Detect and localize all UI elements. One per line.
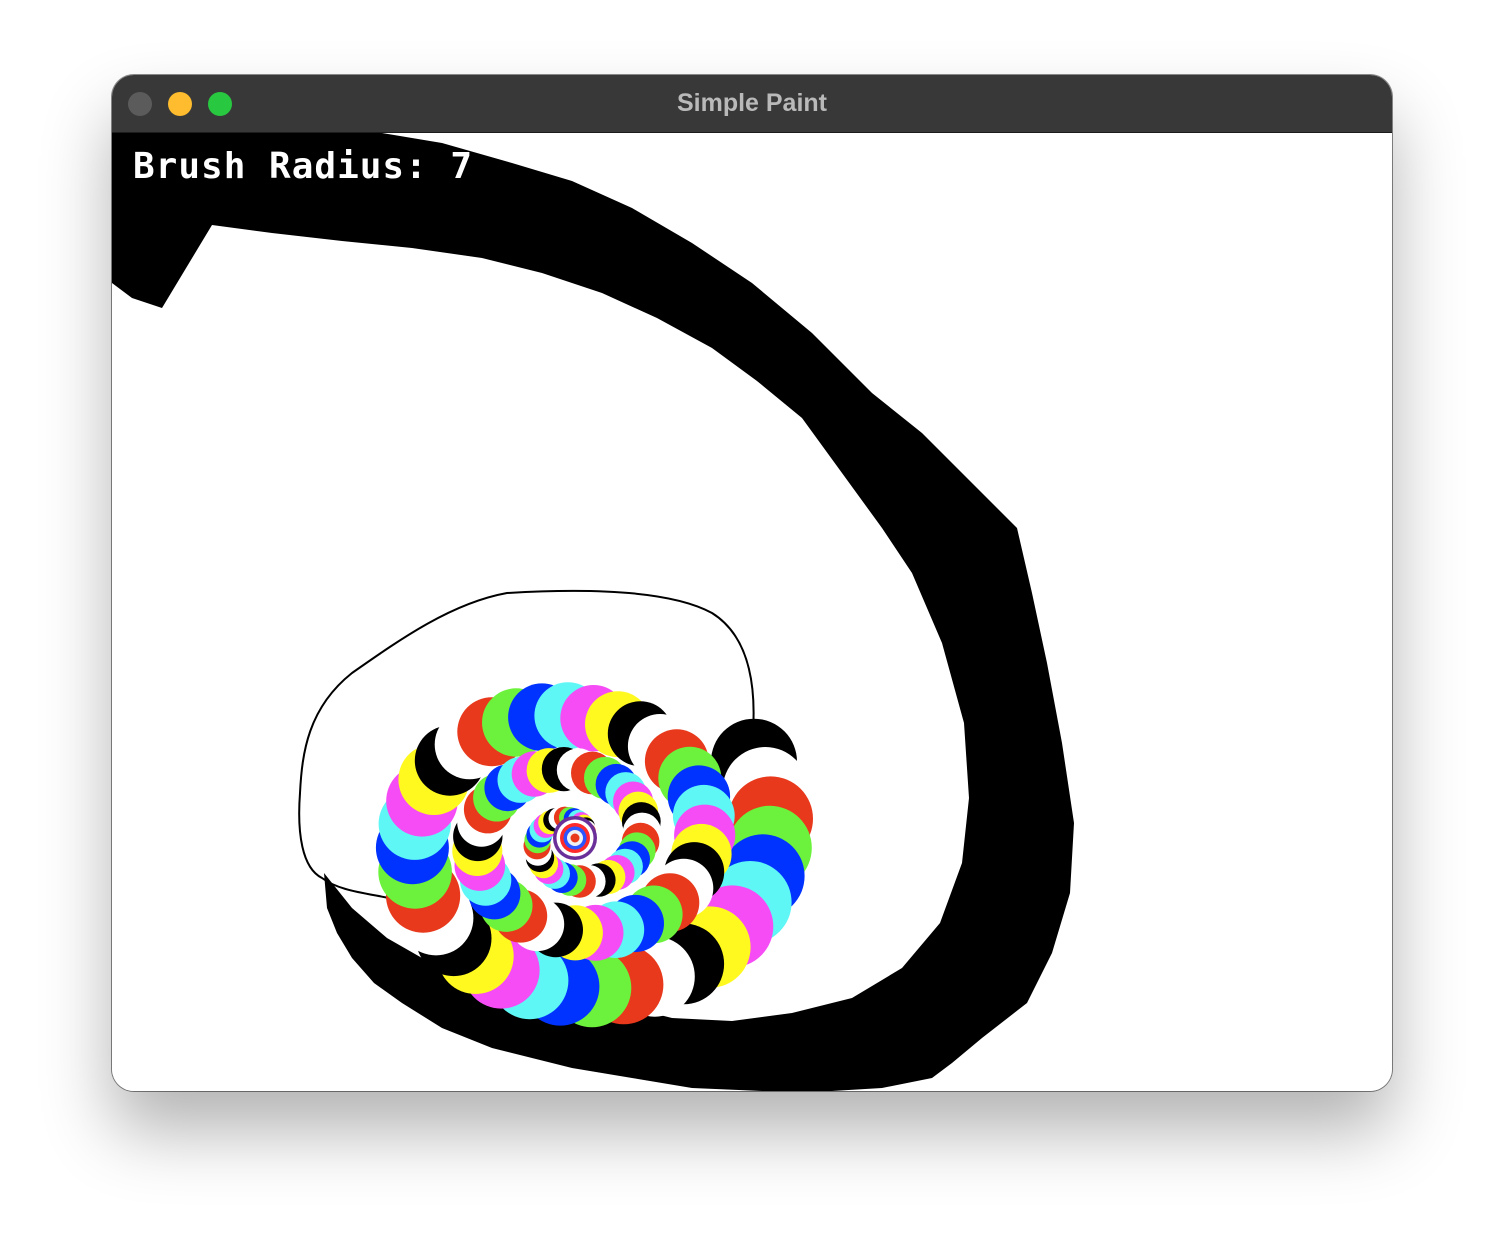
canvas-drawing[interactable]	[112, 133, 1392, 1091]
window-title: Simple Paint	[676, 89, 828, 117]
brush-radius-label: Brush Radius: 7	[133, 146, 474, 187]
drawing-canvas[interactable]: Brush Radius: 7	[112, 133, 1392, 1091]
title-bar[interactable]: Simple Paint	[112, 75, 1392, 133]
center-dab	[570, 833, 580, 843]
paint-window: Simple Paint Brush Radius: 7	[112, 75, 1392, 1091]
